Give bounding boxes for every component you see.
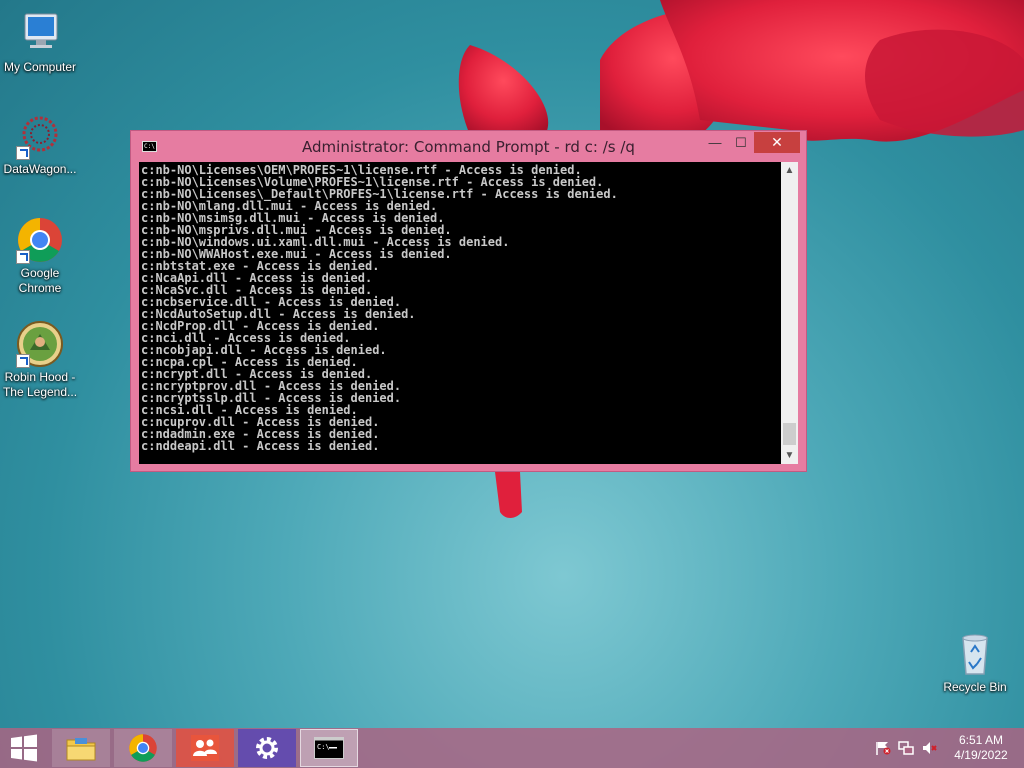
gear-icon	[256, 737, 278, 759]
desktop-icon-label: DataWagon...	[3, 162, 77, 176]
taskbar: C:\ 6:51 AM 4/19/2022	[0, 728, 1024, 768]
recycle-bin-icon	[951, 630, 999, 678]
cmd-icon: C:\	[314, 737, 344, 759]
window-titlebar[interactable]: C:\ Administrator: Command Prompt - rd c…	[131, 131, 806, 161]
desktop-icon-robin-hood[interactable]: Robin Hood - The Legend...	[0, 320, 80, 400]
shortcut-arrow-icon	[16, 250, 30, 264]
desktop-icon-label: Robin Hood - The Legend...	[2, 370, 78, 399]
start-button[interactable]	[0, 728, 48, 768]
close-button[interactable]: ✕	[754, 132, 800, 153]
scroll-up-arrow-icon[interactable]: ▲	[781, 162, 798, 179]
scroll-down-arrow-icon[interactable]: ▼	[781, 447, 798, 464]
volume-muted-icon[interactable]	[922, 741, 938, 755]
taskbar-item-file-explorer[interactable]	[52, 729, 110, 767]
console-output[interactable]: c:nb-NO\Licenses\OEM\PROFES~1\license.rt…	[139, 162, 781, 464]
computer-icon	[16, 10, 64, 58]
taskbar-item-users[interactable]	[176, 729, 234, 767]
users-icon	[191, 735, 219, 761]
maximize-button[interactable]: ☐	[728, 132, 754, 153]
chrome-icon	[16, 216, 64, 264]
action-center-flag-icon[interactable]	[875, 741, 891, 755]
network-icon[interactable]	[898, 741, 914, 755]
desktop-icon-label: My Computer	[3, 60, 77, 74]
desktop-icon-label: Google Chrome	[18, 266, 62, 295]
shortcut-arrow-icon	[16, 146, 30, 160]
clock-time: 6:51 AM	[958, 733, 1004, 747]
desktop-icon-label: Recycle Bin	[943, 680, 1007, 694]
shortcut-arrow-icon	[16, 354, 30, 368]
desktop-icon-my-computer[interactable]: My Computer	[0, 10, 80, 75]
taskbar-item-settings[interactable]	[238, 729, 296, 767]
scrollbar-thumb[interactable]	[783, 423, 796, 445]
taskbar-item-command-prompt[interactable]: C:\	[300, 729, 358, 767]
console-lines: c:nb-NO\Licenses\OEM\PROFES~1\license.rt…	[139, 162, 781, 452]
folder-icon	[66, 738, 96, 761]
taskbar-clock[interactable]: 6:51 AM 4/19/2022	[944, 733, 1018, 763]
command-prompt-window[interactable]: C:\ Administrator: Command Prompt - rd c…	[130, 130, 807, 472]
vertical-scrollbar[interactable]: ▲ ▼	[781, 162, 798, 464]
taskbar-item-chrome[interactable]	[114, 729, 172, 767]
datawagon-icon	[16, 112, 64, 160]
chrome-icon	[129, 734, 157, 762]
robin-hood-icon	[16, 320, 64, 368]
svg-text:C:\: C:\	[317, 743, 330, 751]
desktop-icon-recycle-bin[interactable]: Recycle Bin	[935, 630, 1015, 695]
windows-logo-icon	[11, 734, 37, 762]
desktop-icon-datawagon[interactable]: DataWagon...	[0, 112, 80, 177]
console-line: c:nddeapi.dll - Access is denied.	[141, 439, 380, 453]
desktop-icon-google-chrome[interactable]: Google Chrome	[0, 216, 80, 296]
minimize-button[interactable]: —	[702, 132, 728, 153]
clock-date: 4/19/2022	[954, 748, 1008, 762]
